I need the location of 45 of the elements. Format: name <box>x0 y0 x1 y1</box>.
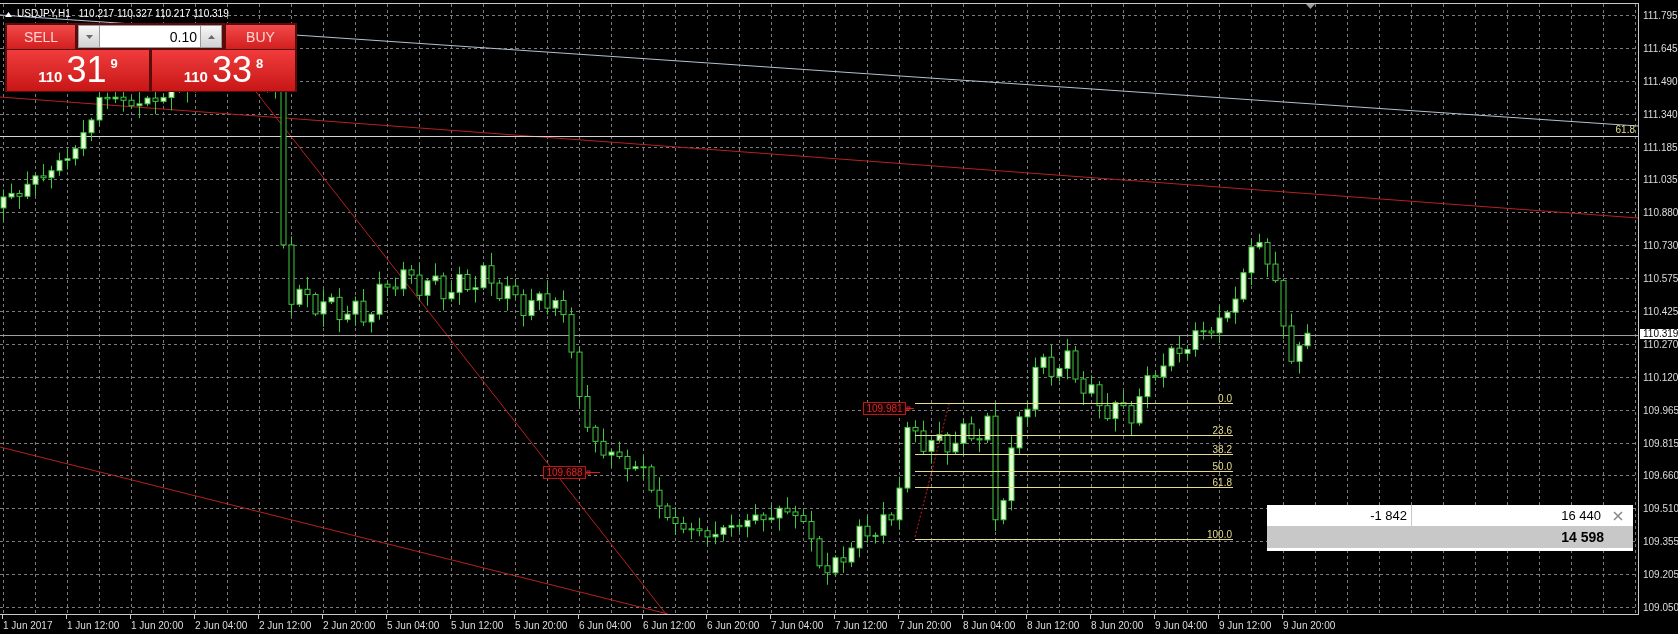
price-axis-label: 109.660 <box>1643 470 1678 481</box>
price-axis-label: 109.965 <box>1643 405 1678 416</box>
price-axis-label: 109.050 <box>1643 602 1678 613</box>
fibonacci-level-label: 38.2 <box>1212 443 1232 455</box>
level-label: 61.8 <box>1615 124 1635 135</box>
price-label: 109.981 <box>863 402 906 415</box>
fibonacci-level-label: 61.8 <box>1212 476 1232 488</box>
price-axis-label: 111.340 <box>1643 109 1678 120</box>
price-axis-label: 109.510 <box>1643 503 1678 514</box>
triangle-icon[interactable] <box>5 11 12 17</box>
fibonacci-level-label: 0.0 <box>1218 392 1232 404</box>
price-axis-label: 109.815 <box>1643 438 1678 449</box>
price-axis-label: 110.120 <box>1643 372 1678 383</box>
price-label: 109.688 <box>543 466 586 479</box>
price-axis-label: 109.355 <box>1643 536 1678 547</box>
decrease-button[interactable] <box>78 25 100 48</box>
price-axis-label: 110.575 <box>1643 273 1678 284</box>
fibonacci-level-label: 23.6 <box>1212 424 1232 436</box>
price-axis-label: 111.490 <box>1643 76 1678 87</box>
price-axis-label: 110.425 <box>1643 306 1678 317</box>
price-axis-label: 110.880 <box>1643 207 1678 218</box>
leader-line <box>905 406 915 411</box>
current-price-label: 110.319 <box>1640 329 1678 339</box>
price-axis-label: 111.645 <box>1643 43 1678 54</box>
price-axis-label: 111.795 <box>1643 10 1678 21</box>
caret-up-icon <box>207 34 215 39</box>
sell-button[interactable]: SELL <box>7 25 75 49</box>
increase-button[interactable] <box>200 25 222 48</box>
price-axis-label: 110.270 <box>1643 339 1678 350</box>
close-icon[interactable] <box>1613 510 1623 521</box>
price-axis-label: 111.185 <box>1643 142 1678 153</box>
leader-line <box>585 470 601 475</box>
summary-value: 16 440 <box>1560 508 1602 523</box>
chart-symbol: USDJPY,H1 <box>17 8 71 20</box>
price-axis-label: 109.205 <box>1643 569 1678 580</box>
price-axis-label: 110.730 <box>1643 240 1678 251</box>
volume-field[interactable]: 0.10 <box>100 25 200 48</box>
triangle-icon[interactable] <box>1306 4 1315 9</box>
fibonacci-level-label: 50.0 <box>1212 460 1232 472</box>
buy-button[interactable]: BUY <box>226 25 295 49</box>
summary-total: 14 598 <box>1561 529 1604 545</box>
ohlc-values: 110.217 110.327 110.217 110.319 <box>78 8 229 20</box>
caret-down-icon <box>85 34 93 39</box>
fibonacci-level-label: 100.0 <box>1206 528 1232 540</box>
price-axis-label: 111.035 <box>1643 174 1678 185</box>
